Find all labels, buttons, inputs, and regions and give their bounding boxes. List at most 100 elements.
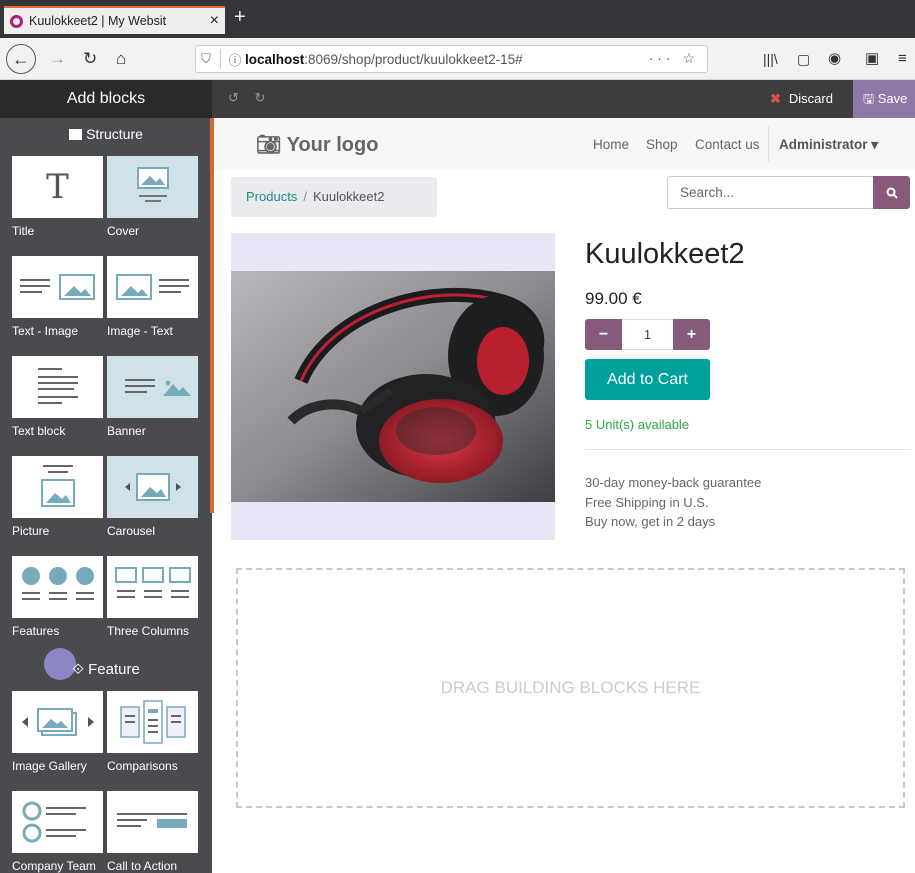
block-label: Title	[12, 224, 35, 238]
block-label: Banner	[107, 424, 146, 438]
divider	[585, 449, 910, 450]
camera-icon: 📷︎	[256, 134, 282, 156]
site-logo[interactable]: 📷︎ Your logo	[256, 132, 378, 157]
menu-contact-us[interactable]: Contact us	[695, 137, 760, 152]
availability-text: 5 Unit(s) available	[585, 417, 690, 432]
block-text-block[interactable]	[12, 356, 103, 418]
block-banner[interactable]	[107, 356, 198, 418]
block-carousel[interactable]	[107, 456, 198, 518]
search-icon	[886, 187, 898, 199]
block-label: Text - Image	[12, 324, 79, 338]
shield-icon[interactable]: ⛉	[196, 51, 216, 67]
block-title[interactable]: T	[12, 156, 103, 218]
features-block-icon	[21, 567, 94, 600]
extension-icon[interactable]: ▣	[865, 38, 879, 80]
browser-navbar: ← → ↻ ⌂ ⛉ ⓘ localhost :8069/shop/product…	[0, 38, 915, 80]
search-button[interactable]	[873, 176, 910, 209]
add-to-cart-button[interactable]: Add to Cart	[585, 359, 710, 400]
drop-zone[interactable]: DRAG BUILDING BLOCKS HERE	[236, 568, 905, 808]
picture-block-icon	[40, 465, 75, 507]
info-icon[interactable]: ⓘ	[225, 50, 245, 69]
menu-divider	[768, 126, 769, 162]
block-comparisons[interactable]	[107, 691, 198, 753]
tab-title: Kuulokkeet2 | My Websit	[29, 14, 167, 28]
block-label: Image - Text	[107, 324, 173, 338]
block-label: Call to Action	[107, 859, 178, 873]
close-tab-icon[interactable]: ×	[210, 12, 219, 30]
menu-shop[interactable]: Shop	[646, 137, 678, 152]
block-company-team[interactable]	[12, 791, 103, 853]
drop-zone-label: DRAG BUILDING BLOCKS HERE	[440, 678, 701, 697]
site-header: 📷︎ Your logo Home Shop Contact us Admini…	[214, 118, 915, 170]
block-label: Carousel	[107, 524, 156, 538]
discard-button[interactable]: ✖ Discard	[770, 80, 833, 118]
product-image[interactable]	[231, 233, 555, 540]
title-block-icon: T	[46, 167, 69, 207]
blocks-sidebar: Structure T Title Cover Text - Image Ima…	[0, 118, 214, 873]
breadcrumb-separator: /	[303, 189, 307, 204]
guarantee-line: Buy now, get in 2 days	[585, 514, 716, 529]
carousel-block-icon	[124, 473, 181, 501]
block-call-to-action[interactable]	[107, 791, 198, 853]
menu-icon[interactable]: ≡	[898, 38, 907, 80]
search-input[interactable]: Search...	[667, 176, 874, 209]
sidebar-toggle-icon[interactable]: ▢	[797, 38, 810, 80]
block-label: Image Gallery	[12, 759, 87, 773]
page-actions-icon[interactable]: ··· ☆	[649, 50, 699, 67]
menu-home[interactable]: Home	[593, 137, 629, 152]
close-icon: ✖	[770, 91, 781, 106]
product-title: Kuulokkeet2	[585, 238, 745, 270]
structure-heading: Structure	[0, 126, 212, 142]
block-label: Cover	[107, 224, 140, 238]
image-text-block-icon	[115, 274, 189, 300]
product-price: 99.00 €	[585, 289, 642, 308]
block-picture[interactable]	[12, 456, 103, 518]
company-team-block-icon	[22, 801, 86, 843]
block-label: Company Team	[12, 859, 96, 873]
block-text-image[interactable]	[12, 256, 103, 318]
quantity-input[interactable]: 1	[622, 319, 673, 350]
back-arrow-icon[interactable]: ←	[6, 44, 36, 74]
block-three-columns[interactable]	[107, 556, 198, 618]
screen: { "browser": { "tab_title": "Kuulokkeet2…	[0, 0, 915, 873]
forward-arrow-icon[interactable]: →	[49, 38, 66, 80]
quantity-increase-button[interactable]: +	[673, 319, 710, 350]
call-to-action-block-icon	[116, 813, 187, 828]
breadcrumb-current: Kuulokkeet2	[312, 189, 385, 204]
save-button[interactable]: 🖫 Save	[853, 80, 915, 118]
floppy-icon: 🖫	[863, 91, 875, 106]
block-image-gallery[interactable]	[12, 691, 103, 753]
quantity-decrease-button[interactable]: −	[585, 319, 622, 350]
menu-administrator[interactable]: Administrator ▾	[779, 137, 878, 153]
new-tab-button[interactable]: +	[234, 6, 246, 29]
url-bar[interactable]: ⛉ ⓘ localhost :8069/shop/product/kuulokk…	[195, 45, 708, 73]
breadcrumb-products-link[interactable]: Products	[246, 189, 297, 204]
comparisons-block-icon	[119, 700, 186, 744]
headphones-photo	[231, 271, 555, 502]
undo-redo-icon[interactable]: ↺ ↻	[228, 90, 271, 106]
add-blocks-title: Add blocks	[0, 80, 212, 118]
url-divider	[220, 49, 221, 69]
library-icon[interactable]: |||\	[763, 38, 778, 80]
diamond-icon: ⟐	[72, 661, 84, 678]
block-cover[interactable]	[107, 156, 198, 218]
browser-tabbar: Kuulokkeet2 | My Websit × +	[0, 0, 915, 38]
home-icon[interactable]: ⌂	[116, 38, 126, 80]
guarantee-line: 30-day money-back guarantee	[585, 475, 762, 490]
browser-tab[interactable]: Kuulokkeet2 | My Websit ×	[4, 6, 225, 34]
reload-icon[interactable]: ↻	[83, 38, 97, 80]
guarantee-line: Free Shipping in U.S.	[585, 495, 709, 510]
cover-block-icon	[136, 166, 169, 202]
account-icon[interactable]: ◉	[828, 38, 841, 80]
url-path: :8069/shop/product/kuulokkeet2-15#	[304, 51, 523, 67]
website-content: 📷︎ Your logo Home Shop Contact us Admini…	[214, 118, 915, 873]
discard-label: Discard	[788, 91, 833, 106]
text-block-icon	[37, 368, 78, 404]
feature-heading: ⟐ Feature	[72, 661, 140, 678]
block-image-text[interactable]	[107, 256, 198, 318]
block-label: Three Columns	[107, 624, 190, 638]
banner-block-icon	[124, 379, 191, 396]
block-features[interactable]	[12, 556, 103, 618]
three-columns-block-icon	[114, 567, 191, 598]
block-label: Features	[12, 624, 60, 638]
